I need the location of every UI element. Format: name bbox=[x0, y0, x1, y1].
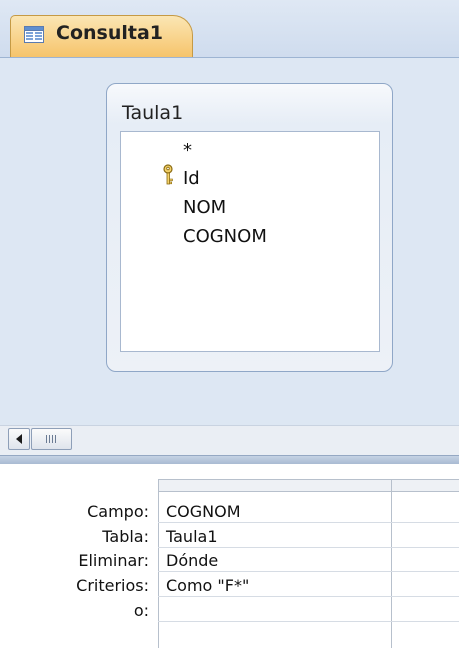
horizontal-scrollbar[interactable] bbox=[0, 425, 459, 456]
cell-delete[interactable]: Dónde bbox=[166, 551, 386, 570]
cell-field[interactable]: COGNOM bbox=[166, 502, 386, 521]
field-nom[interactable]: NOM bbox=[183, 197, 226, 218]
cell-table[interactable]: Taula1 bbox=[166, 527, 386, 546]
field-id[interactable]: Id bbox=[183, 168, 200, 189]
grid-column-border bbox=[158, 479, 159, 648]
field-cognom[interactable]: COGNOM bbox=[183, 226, 267, 247]
query-design-area[interactable]: Taula1 * Id NOM COGNOM bbox=[0, 58, 459, 425]
grid-row-separator bbox=[158, 621, 459, 622]
field-list: * Id NOM COGNOM bbox=[120, 131, 380, 352]
grid-row-separator bbox=[158, 547, 459, 548]
row-label-field: Campo: bbox=[87, 502, 149, 521]
row-label-or: o: bbox=[133, 601, 149, 620]
grip-icon bbox=[46, 435, 56, 443]
scroll-left-button[interactable] bbox=[8, 428, 30, 450]
query-icon bbox=[24, 26, 44, 43]
field-all[interactable]: * bbox=[183, 140, 192, 161]
table-field-list-window[interactable]: Taula1 * Id NOM COGNOM bbox=[106, 83, 393, 372]
row-label-table: Tabla: bbox=[102, 527, 149, 546]
primary-key-icon bbox=[163, 164, 173, 185]
scroll-thumb[interactable] bbox=[31, 428, 72, 450]
row-label-criteria: Criterios: bbox=[76, 576, 149, 595]
tab-consulta1[interactable]: Consulta1 bbox=[10, 15, 193, 57]
row-label-delete: Eliminar: bbox=[78, 551, 149, 570]
grid-column-selectors[interactable] bbox=[158, 479, 459, 492]
arrow-left-icon bbox=[16, 434, 22, 444]
grid-row-separator bbox=[158, 522, 459, 523]
grid-column-border bbox=[391, 479, 392, 648]
grid-row-separator bbox=[158, 571, 459, 572]
grid-row-separator bbox=[158, 596, 459, 597]
cell-criteria[interactable]: Como "F*" bbox=[166, 576, 386, 595]
tab-title: Consulta1 bbox=[56, 22, 163, 44]
document-tab-strip: Consulta1 bbox=[0, 0, 459, 58]
table-title: Taula1 bbox=[122, 102, 184, 124]
design-grid: Campo: Tabla: Eliminar: Criterios: o: CO… bbox=[0, 464, 459, 648]
